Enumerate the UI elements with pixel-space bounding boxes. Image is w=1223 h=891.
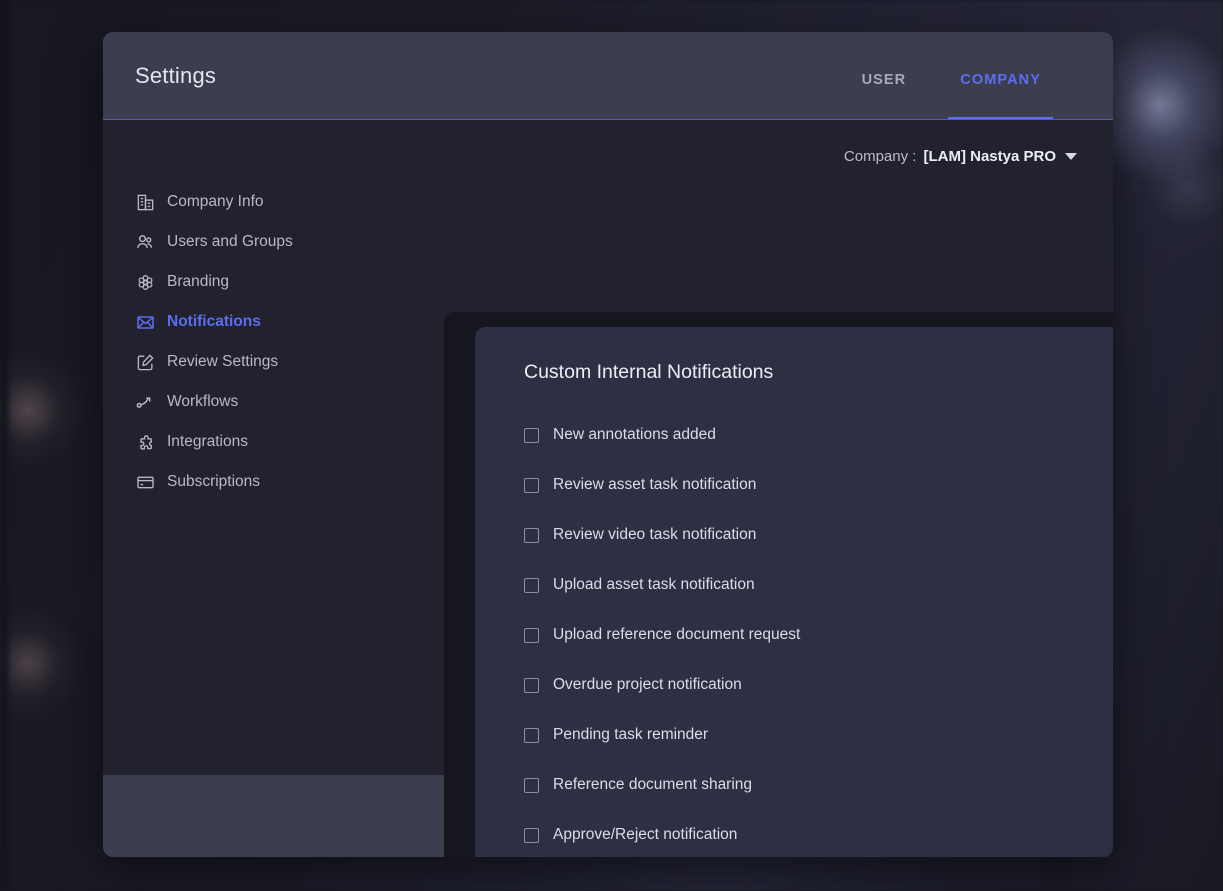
checkbox-label: Approve/Reject notification <box>553 826 738 843</box>
tab-company[interactable]: COMPANY <box>948 72 1053 120</box>
checkbox-icon[interactable] <box>524 577 539 593</box>
sidebar-item-branding[interactable]: Branding <box>103 262 343 302</box>
company-selector-label: Company : <box>843 148 917 165</box>
checkbox-label: Review video task notification <box>553 526 757 543</box>
sidebar-item-subscriptions[interactable]: Subscriptions <box>103 462 343 502</box>
sidebar-item-label: Integrations <box>167 433 248 450</box>
sidebar-item-workflows[interactable]: Workflows <box>103 382 343 422</box>
sidebar-item-label: Branding <box>167 273 230 290</box>
company-selector-value: [LAM] Nastya PRO <box>923 148 1056 165</box>
checkbox-icon[interactable] <box>524 777 539 793</box>
dialog-header: Settings USER COMPANY <box>103 32 1113 120</box>
sidebar-item-integrations[interactable]: Integrations <box>103 422 343 462</box>
settings-dialog: Settings USER COMPANY Company : [LAM] Na… <box>103 32 1113 857</box>
checkbox-row[interactable]: Pending task reminder <box>524 710 1113 760</box>
sidebar-item-company-info[interactable]: Company Info <box>103 182 343 222</box>
checkbox-label: Upload reference document request <box>553 626 801 643</box>
checkbox-icon[interactable] <box>524 477 539 493</box>
checkbox-row[interactable]: Review asset task notification <box>524 460 1113 510</box>
checkbox-row[interactable]: Overdue project notification <box>524 660 1113 710</box>
envelope-icon <box>135 312 155 332</box>
checkbox-label: Overdue project notification <box>553 676 742 693</box>
dialog-body: Company : [LAM] Nastya PRO Company Info <box>103 120 1113 857</box>
workflow-arrow-icon <box>135 392 155 412</box>
chevron-down-icon[interactable] <box>1065 153 1077 160</box>
checkbox-row[interactable]: Reference document sharing <box>524 760 1113 810</box>
checkbox-label: Upload asset task notification <box>553 576 755 593</box>
checkbox-icon[interactable] <box>524 727 539 743</box>
notifications-outer-card: Custom Internal Notifications New annota… <box>444 312 1113 857</box>
users-icon <box>135 232 155 252</box>
checkbox-row[interactable]: Upload asset task notification <box>524 560 1113 610</box>
sidebar-item-users-and-groups[interactable]: Users and Groups <box>103 222 343 262</box>
notifications-panel: Custom Internal Notifications New annota… <box>475 327 1113 857</box>
sidebar-item-label: Workflows <box>167 393 239 410</box>
sidebar-item-notifications[interactable]: Notifications <box>103 302 343 342</box>
sidebar-item-label: Subscriptions <box>167 473 261 490</box>
sidebar-item-label: Review Settings <box>167 353 279 370</box>
checkbox-row[interactable]: Upload reference document request <box>524 610 1113 660</box>
panel-title: Custom Internal Notifications <box>524 361 774 383</box>
page-title: Settings <box>135 62 217 88</box>
checkbox-icon[interactable] <box>524 677 539 693</box>
puzzle-icon <box>135 432 155 452</box>
dialog-tabs: USER COMPANY <box>850 32 1053 119</box>
sidebar-item-review-settings[interactable]: Review Settings <box>103 342 343 382</box>
edit-square-icon <box>135 352 155 372</box>
checkbox-label: Pending task reminder <box>553 726 709 743</box>
building-icon <box>135 192 155 212</box>
checkbox-icon[interactable] <box>524 427 539 443</box>
checkbox-row[interactable]: Approve/Reject notification <box>524 810 1113 857</box>
checkbox-row[interactable]: Review video task notification <box>524 510 1113 560</box>
flower-icon <box>135 272 155 292</box>
checkbox-icon[interactable] <box>524 827 539 843</box>
credit-card-icon <box>135 472 155 492</box>
company-selector[interactable]: Company : [LAM] Nastya PRO <box>844 148 1077 165</box>
sidebar-item-label: Company Info <box>167 193 264 210</box>
checkbox-icon[interactable] <box>524 527 539 543</box>
checkbox-label: Review asset task notification <box>553 476 757 493</box>
checkbox-label: Reference document sharing <box>553 776 753 793</box>
sidebar-item-label: Notifications <box>167 313 261 330</box>
checkbox-row[interactable]: New annotations added <box>524 410 1113 460</box>
checkbox-icon[interactable] <box>524 627 539 643</box>
checkbox-label: New annotations added <box>553 426 716 443</box>
settings-sidebar: Company Info Users and Groups Branding N… <box>103 182 343 502</box>
sidebar-item-label: Users and Groups <box>167 233 293 250</box>
tab-user[interactable]: USER <box>850 72 919 120</box>
